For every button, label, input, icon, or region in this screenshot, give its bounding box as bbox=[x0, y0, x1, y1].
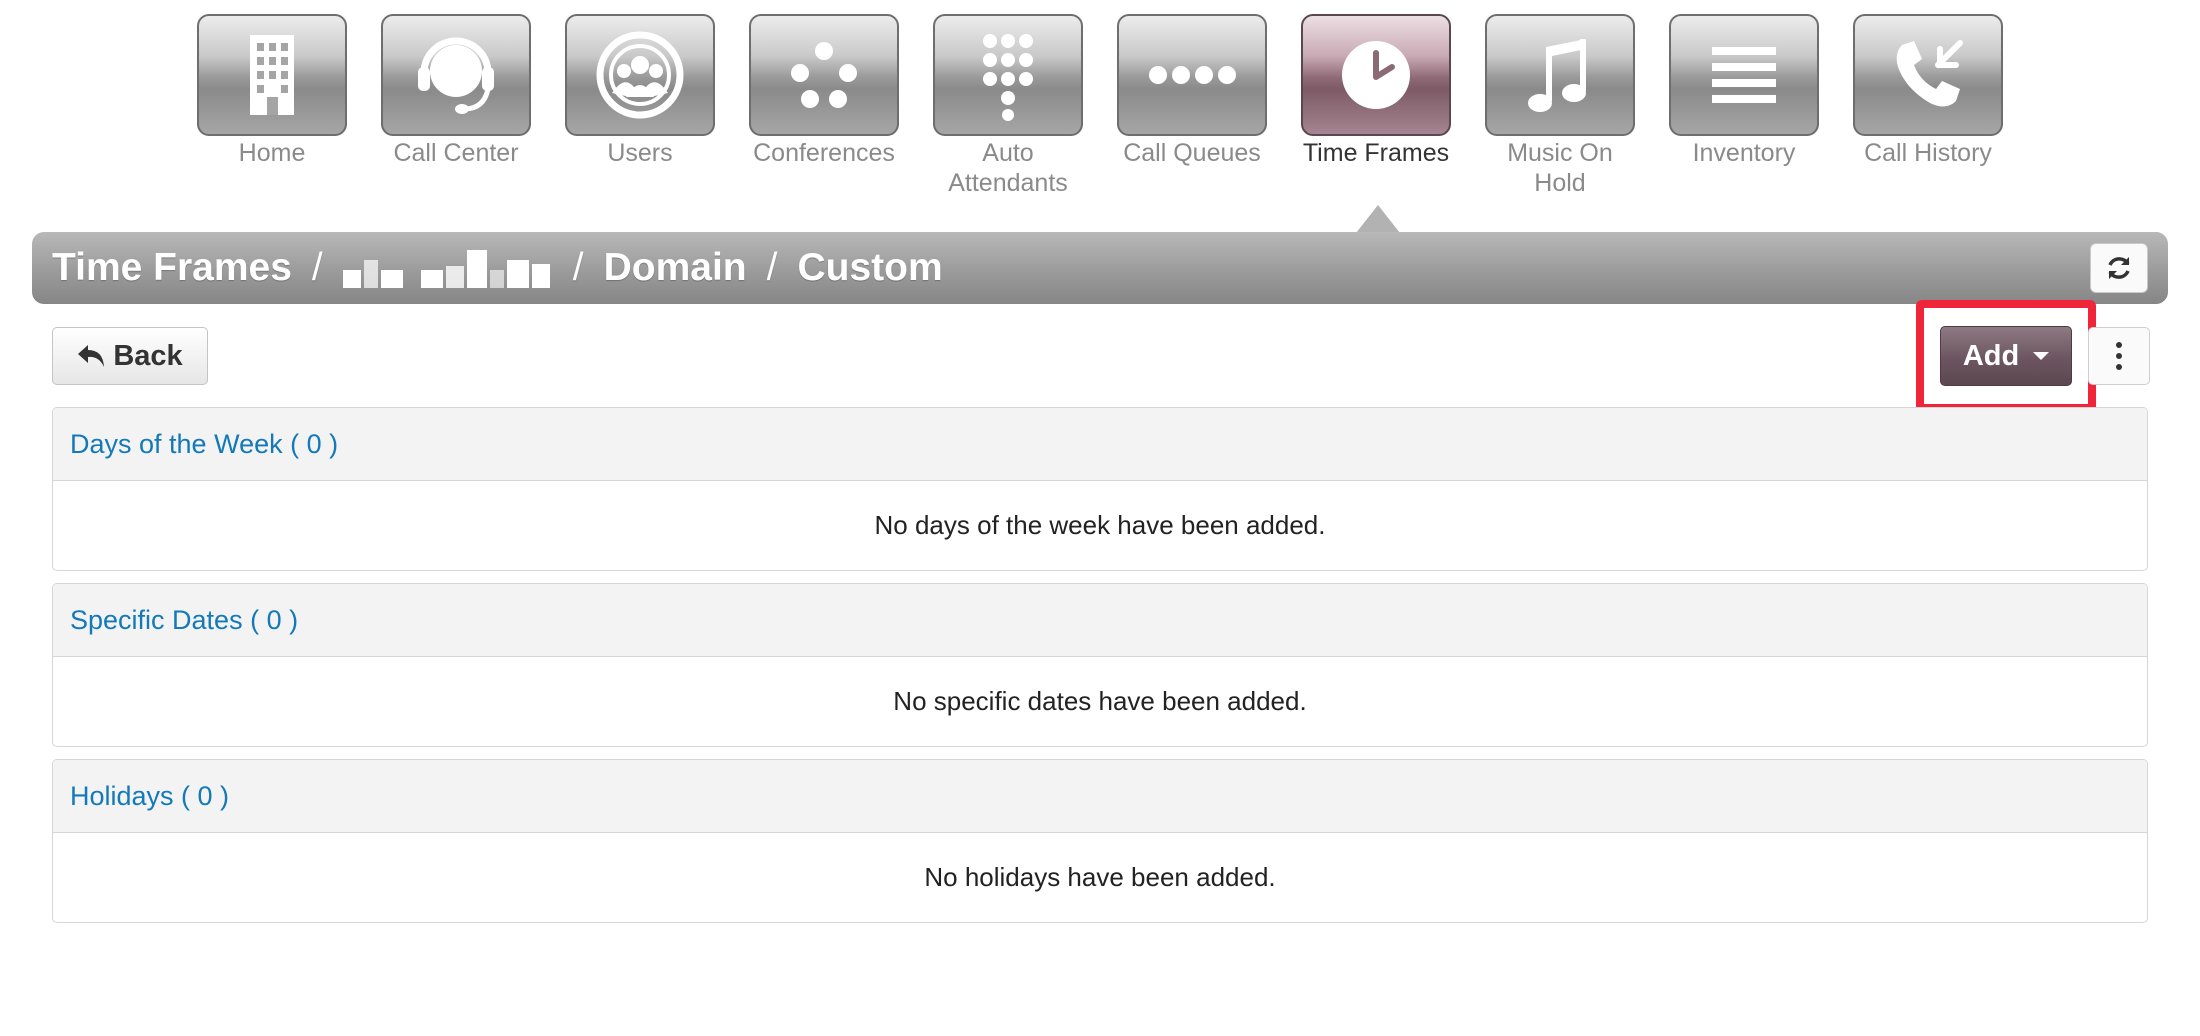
nav-auto-attendants-tile[interactable] bbox=[933, 14, 1083, 136]
add-dropdown-button[interactable]: Add bbox=[1940, 326, 2072, 386]
nav-time-frames-tile[interactable] bbox=[1301, 14, 1451, 136]
panel-empty-message: No holidays have been added. bbox=[924, 862, 1276, 892]
clock-icon bbox=[1342, 41, 1410, 109]
nav-time-frames[interactable]: Time Frames bbox=[1300, 14, 1452, 198]
nav-music-on-hold[interactable]: Music On Hold bbox=[1484, 14, 1636, 198]
nav-call-history[interactable]: Call History bbox=[1852, 14, 2004, 198]
nav-label-call-queues: Call Queues bbox=[1123, 139, 1261, 167]
building-icon bbox=[250, 35, 294, 115]
nav-auto-attendants[interactable]: Auto Attendants bbox=[932, 14, 1084, 198]
caret-down-icon bbox=[2033, 352, 2050, 360]
panel-empty-message: No days of the week have been added. bbox=[874, 510, 1326, 540]
nav-music-on-hold-tile[interactable] bbox=[1485, 14, 1635, 136]
breadcrumb-separator: / bbox=[572, 246, 584, 289]
nav-conferences-tile[interactable] bbox=[749, 14, 899, 136]
phone-arrows-icon bbox=[1896, 40, 1963, 107]
nav-label-auto-attendants: Auto Attendants bbox=[948, 139, 1068, 197]
panel-holidays: Holidays ( 0 ) No holidays have been add… bbox=[52, 759, 2148, 923]
panel-header: Specific Dates ( 0 ) bbox=[53, 584, 2147, 657]
panel-header: Days of the Week ( 0 ) bbox=[53, 408, 2147, 481]
kebab-dot-icon bbox=[2116, 353, 2122, 359]
panel-title-holidays[interactable]: Holidays ( 0 ) bbox=[70, 781, 229, 812]
breadcrumb-custom: Custom bbox=[797, 246, 943, 289]
nav-home-tile[interactable] bbox=[197, 14, 347, 136]
nav-label-call-history: Call History bbox=[1864, 139, 1992, 167]
breadcrumb: Time Frames / / Domain / Custom bbox=[52, 232, 943, 304]
panel-title-specific-dates[interactable]: Specific Dates ( 0 ) bbox=[70, 605, 298, 636]
nav-call-center-tile[interactable] bbox=[381, 14, 531, 136]
breadcrumb-separator: / bbox=[311, 246, 323, 289]
nav-conferences[interactable]: Conferences bbox=[748, 14, 900, 198]
more-options-button[interactable] bbox=[2088, 327, 2150, 385]
nav-label-users: Users bbox=[607, 139, 673, 167]
breadcrumb-section[interactable]: Time Frames bbox=[52, 246, 292, 290]
queue-dots-icon bbox=[1149, 66, 1236, 84]
nav-inventory[interactable]: Inventory bbox=[1668, 14, 1820, 198]
nav-label-time-frames: Time Frames bbox=[1302, 139, 1450, 167]
nav-users[interactable]: Users bbox=[564, 14, 716, 198]
active-tab-pointer bbox=[1356, 205, 1400, 233]
panel-specific-dates: Specific Dates ( 0 ) No specific dates h… bbox=[52, 583, 2148, 747]
kebab-dot-icon bbox=[2116, 364, 2122, 370]
nav-call-history-tile[interactable] bbox=[1853, 14, 2003, 136]
back-button[interactable]: Back bbox=[52, 327, 208, 385]
list-lines-icon bbox=[1712, 47, 1776, 103]
panel-days-of-week: Days of the Week ( 0 ) No days of the we… bbox=[52, 407, 2148, 571]
nav-label-call-center: Call Center bbox=[393, 139, 519, 167]
nav-users-tile[interactable] bbox=[565, 14, 715, 136]
kebab-dot-icon bbox=[2116, 342, 2122, 348]
back-button-label: Back bbox=[113, 339, 183, 372]
music-note-icon bbox=[1528, 39, 1586, 112]
headset-icon bbox=[418, 37, 494, 114]
breadcrumb-redacted-domain[interactable] bbox=[342, 248, 553, 288]
panel-empty-message: No specific dates have been added. bbox=[893, 686, 1307, 716]
title-bar: Time Frames / / Domain / Custom bbox=[32, 232, 2168, 304]
conference-icon bbox=[791, 42, 857, 108]
panel-title-days-of-week[interactable]: Days of the Week ( 0 ) bbox=[70, 429, 338, 460]
nav-call-queues-tile[interactable] bbox=[1117, 14, 1267, 136]
nav-label-inventory: Inventory bbox=[1692, 139, 1796, 167]
add-button-label: Add bbox=[1962, 339, 2020, 372]
breadcrumb-separator: / bbox=[766, 246, 778, 289]
keypad-icon bbox=[983, 34, 1033, 121]
refresh-icon bbox=[2108, 257, 2130, 279]
nav-home[interactable]: Home bbox=[196, 14, 348, 198]
nav-call-queues[interactable]: Call Queues bbox=[1116, 14, 1268, 198]
nav-label-home: Home bbox=[238, 139, 306, 167]
reply-arrow-icon bbox=[78, 345, 105, 367]
top-nav: Home Call Center Users Conferences Auto … bbox=[196, 14, 2004, 198]
nav-label-music-on-hold: Music On Hold bbox=[1507, 139, 1613, 197]
nav-label-conferences: Conferences bbox=[753, 139, 895, 167]
nav-inventory-tile[interactable] bbox=[1669, 14, 1819, 136]
refresh-button[interactable] bbox=[2090, 243, 2148, 293]
breadcrumb-domain[interactable]: Domain bbox=[604, 246, 747, 290]
users-icon bbox=[596, 31, 684, 119]
panel-header: Holidays ( 0 ) bbox=[53, 760, 2147, 833]
nav-call-center[interactable]: Call Center bbox=[380, 14, 532, 198]
